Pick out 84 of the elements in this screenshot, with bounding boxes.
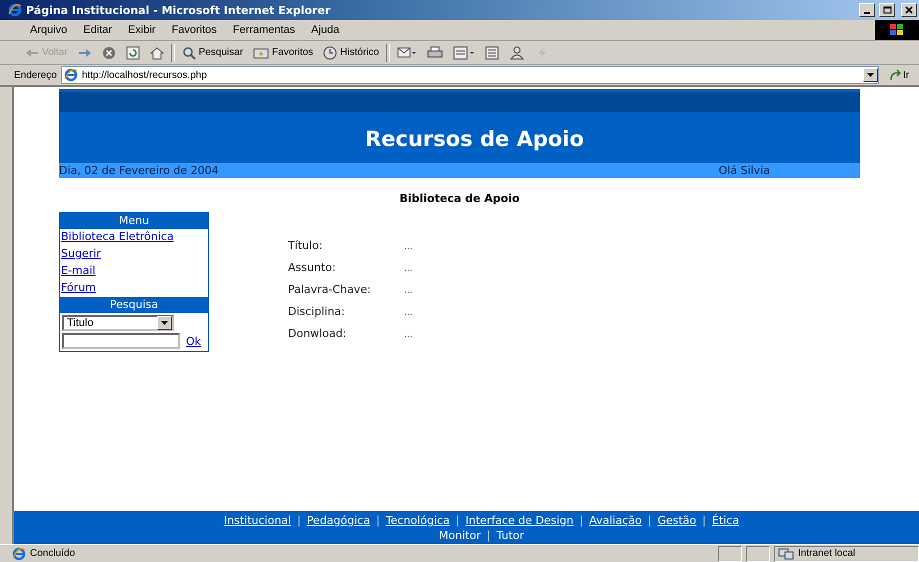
field-label: Disciplina: xyxy=(288,305,346,320)
dropdown-button[interactable] xyxy=(157,316,172,330)
footer-link[interactable]: Tutor xyxy=(496,528,524,542)
toolbar-button[interactable]: Pesquisar xyxy=(178,42,246,62)
field-label: Título: xyxy=(288,239,324,254)
menu-item[interactable]: Favoritos xyxy=(164,24,225,36)
address-label: Endereço xyxy=(14,70,57,80)
mail-icon xyxy=(397,46,418,60)
menu-item[interactable]: Ferramentas xyxy=(224,24,304,36)
page-icon xyxy=(12,546,26,560)
search-heading: Pesquisa xyxy=(60,297,208,313)
minimize-button[interactable] xyxy=(859,3,875,17)
separator: | xyxy=(376,514,380,526)
status-text: Concluído xyxy=(30,548,76,559)
home-icon xyxy=(150,46,164,60)
caret-icon xyxy=(161,321,168,325)
close-icon xyxy=(905,6,913,14)
footer-link[interactable]: Institucional xyxy=(224,514,292,526)
printer-icon xyxy=(427,46,444,60)
footer-link[interactable]: Avaliação xyxy=(589,514,642,526)
people-icon xyxy=(509,46,526,60)
menu-item[interactable]: Editar xyxy=(75,24,120,36)
menu-item[interactable]: Ajuda xyxy=(303,24,348,36)
field-value: ... xyxy=(404,329,413,342)
footer-link[interactable]: Pedagógica xyxy=(306,514,370,526)
zone-indicator: Intranet local xyxy=(774,546,919,562)
url-text: http://localhost/recursos.php xyxy=(82,70,208,80)
page-icon xyxy=(64,68,78,82)
search-field[interactable] xyxy=(62,333,180,349)
caret-icon xyxy=(867,73,874,77)
search-select[interactable]: Titulo xyxy=(62,315,174,331)
separator: | xyxy=(702,514,706,526)
search-icon xyxy=(182,46,196,60)
field-label: Assunto: xyxy=(288,261,337,276)
field-value: ... xyxy=(404,263,413,276)
clock-icon xyxy=(323,46,338,60)
dropdown-button[interactable] xyxy=(863,68,878,82)
network-icon xyxy=(778,548,794,560)
footer-link[interactable]: Tecnológica xyxy=(386,514,450,526)
window-title: Página Institucional - Microsoft Internet Explorer xyxy=(26,4,332,16)
page-header: Recursos de Apoio xyxy=(59,115,860,163)
go-button[interactable]: Ir xyxy=(883,68,919,82)
menu-item[interactable]: Exibir xyxy=(120,24,164,36)
footer-link[interactable]: Gestão xyxy=(657,514,696,526)
field-label: Donwload: xyxy=(288,327,348,342)
separator: | xyxy=(456,514,460,526)
close-button[interactable] xyxy=(901,3,917,17)
separator: | xyxy=(486,528,490,542)
greeting-text: Olá Silvia xyxy=(718,164,770,177)
separator: | xyxy=(580,514,584,526)
stop-icon xyxy=(102,46,116,60)
footer-link[interactable]: Interface de Design xyxy=(466,514,574,526)
refresh-icon xyxy=(126,46,140,60)
separator: | xyxy=(648,514,652,526)
menu-heading: Menu xyxy=(60,213,208,229)
field-value: ... xyxy=(404,307,413,320)
ok-link[interactable]: Ok xyxy=(186,334,202,348)
toolbar-button[interactable]: Favoritos xyxy=(250,42,316,62)
windows-logo xyxy=(875,20,919,40)
status-pane xyxy=(718,546,742,562)
date-text: Dia, 02 de Fevereiro de 2004 xyxy=(59,164,219,177)
footer-link[interactable]: Monitor xyxy=(438,528,481,542)
ie-logo-icon xyxy=(8,3,22,17)
field-value: ... xyxy=(404,285,413,298)
menu-link[interactable]: E-mail xyxy=(60,263,208,280)
menu-link[interactable]: Sugerir xyxy=(60,246,208,263)
field-label: Palavra-Chave: xyxy=(288,283,372,298)
address-field[interactable]: http://localhost/recursos.php xyxy=(60,66,879,84)
note-icon xyxy=(485,46,500,60)
menu-link[interactable]: Biblioteca Eletrônica xyxy=(60,229,208,246)
forward-arrow-icon xyxy=(78,48,92,58)
arrow-icon xyxy=(889,69,901,81)
document-icon xyxy=(453,46,476,60)
menu-link[interactable]: Fórum xyxy=(60,280,208,297)
field-value: ... xyxy=(404,241,413,254)
toolbar-button[interactable]: Histórico xyxy=(320,42,382,62)
maximize-button[interactable] xyxy=(879,3,895,17)
separator: | xyxy=(297,514,301,526)
section-title: Biblioteca de Apoio xyxy=(398,192,521,205)
menu-item[interactable]: Arquivo xyxy=(22,24,76,36)
footer-link[interactable]: Ética xyxy=(712,514,740,526)
back-arrow-icon xyxy=(25,48,39,58)
maximize-icon xyxy=(882,6,892,14)
status-pane xyxy=(746,546,770,562)
